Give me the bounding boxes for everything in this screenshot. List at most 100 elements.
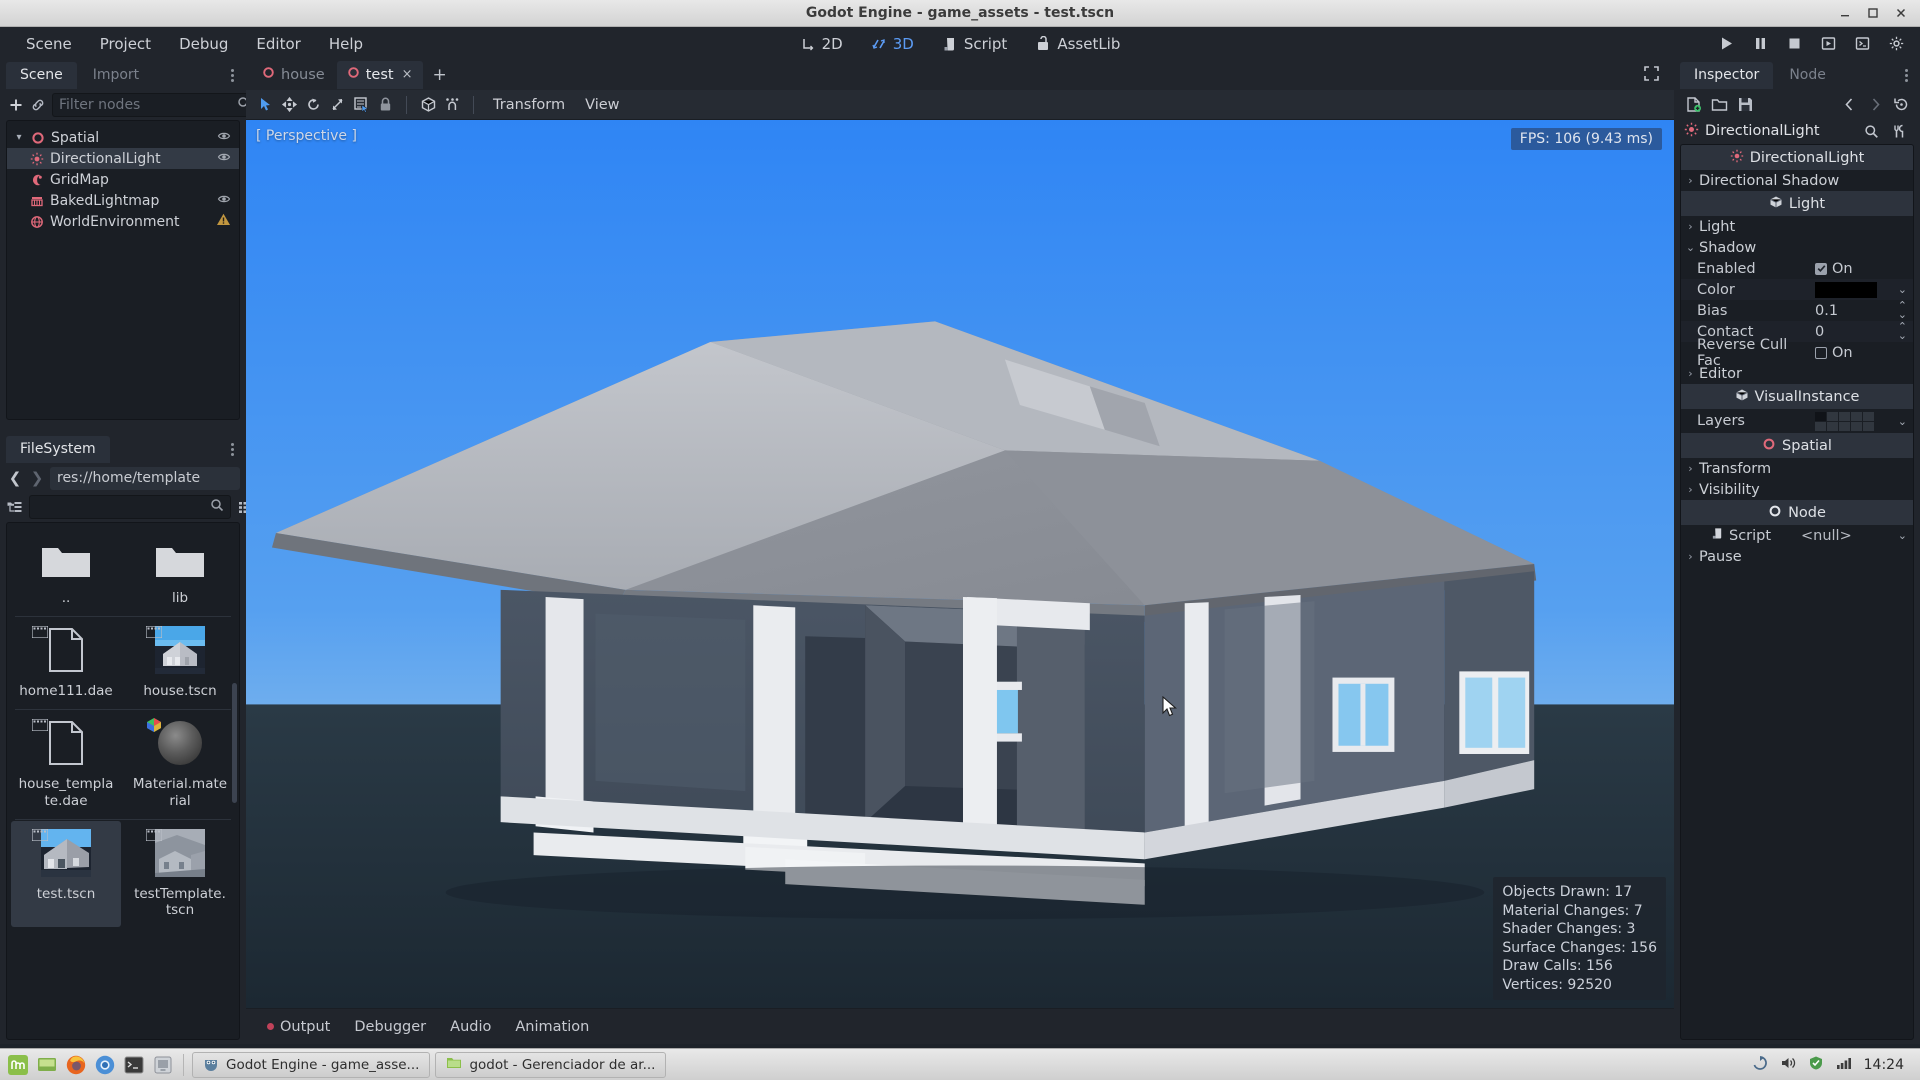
- inspector-section-visualinstance[interactable]: VisualInstance: [1681, 384, 1913, 409]
- firefox-icon[interactable]: [64, 1053, 88, 1077]
- visibility-icon[interactable]: [217, 192, 231, 210]
- inspector-prop-layers[interactable]: Layers ⌄: [1681, 409, 1913, 433]
- chevron-right-icon[interactable]: ›: [1685, 367, 1696, 380]
- inspector-prop-reverse-cull-face[interactable]: Reverse Cull Fac On: [1681, 337, 1913, 369]
- filesystem-item-testtemplate-tscn[interactable]: testTemplate.tscn: [125, 821, 235, 928]
- 3d-viewport[interactable]: [ Perspective ] FPS: 106 (9.43 ms) Objec…: [246, 120, 1674, 1008]
- move-tool-icon[interactable]: [278, 94, 300, 116]
- mode-assetlib-button[interactable]: AssetLib: [1025, 31, 1130, 57]
- inspector-category-shadow[interactable]: ⌄ Shadow: [1681, 237, 1913, 258]
- tab-inspector[interactable]: Inspector: [1680, 61, 1774, 89]
- inspector-prop-bias[interactable]: Bias 0.1 ⌃ ⌄: [1681, 300, 1913, 321]
- menu-scene[interactable]: Scene: [14, 31, 84, 57]
- scene-tab-house[interactable]: house: [252, 61, 335, 89]
- menu-help[interactable]: Help: [317, 31, 375, 57]
- rotate-tool-icon[interactable]: [302, 94, 324, 116]
- snap-icon[interactable]: [441, 94, 463, 116]
- taskbar-window-files[interactable]: godot - Gerenciador de ar...: [435, 1051, 667, 1078]
- scene-tree-row-directionallight[interactable]: DirectionalLight: [7, 148, 239, 169]
- bottom-tab-audio[interactable]: Audio: [439, 1014, 502, 1040]
- files-icon[interactable]: [151, 1053, 175, 1077]
- chevron-right-icon[interactable]: ›: [1685, 220, 1696, 233]
- inspector-dock-menu-icon[interactable]: [1905, 67, 1914, 84]
- chevron-right-icon[interactable]: ›: [1685, 550, 1696, 563]
- visibility-icon[interactable]: [217, 150, 231, 168]
- pause-button[interactable]: [1750, 34, 1770, 54]
- warning-icon[interactable]: [216, 212, 231, 231]
- spinner-icon[interactable]: ⌃ ⌄: [1898, 300, 1907, 320]
- terminal-icon[interactable]: [122, 1053, 146, 1077]
- filesystem-item-parent[interactable]: ..: [11, 525, 121, 615]
- filesystem-item-lib[interactable]: lib: [125, 525, 235, 615]
- show-desktop-icon[interactable]: [35, 1053, 59, 1077]
- filesystem-item-material[interactable]: Material.material: [125, 711, 235, 818]
- viewport-menu-view[interactable]: View: [576, 94, 628, 116]
- scene-tree-row-spatial[interactable]: ▾ Spatial: [7, 127, 239, 148]
- inspector-category-directional-shadow[interactable]: › Directional Shadow: [1681, 170, 1913, 191]
- spinner-icon[interactable]: ⌃ ⌄: [1898, 321, 1907, 341]
- inspector-category-transform[interactable]: › Transform: [1681, 458, 1913, 479]
- chevron-down-icon[interactable]: ⌄: [1685, 241, 1696, 254]
- filter-nodes-input[interactable]: [52, 93, 258, 117]
- close-button[interactable]: [1894, 6, 1908, 20]
- bottom-tab-animation[interactable]: Animation: [504, 1014, 600, 1040]
- filesystem-item-house-tscn[interactable]: house.tscn: [125, 618, 235, 708]
- visibility-icon[interactable]: [217, 129, 231, 147]
- bottom-tab-output[interactable]: Output: [256, 1014, 341, 1040]
- inspector-prop-value[interactable]: 0.1: [1815, 303, 1838, 319]
- menu-debug[interactable]: Debug: [167, 31, 240, 57]
- inspector-property-list[interactable]: DirectionalLight › Directional Shadow Li…: [1680, 144, 1914, 1040]
- play-scene-button[interactable]: [1818, 34, 1838, 54]
- inspector-section-directionallight[interactable]: DirectionalLight: [1681, 145, 1913, 170]
- history-forward-icon[interactable]: [1864, 93, 1886, 115]
- filter-nodes-field[interactable]: [59, 97, 233, 113]
- filesystem-search-input[interactable]: [29, 495, 231, 519]
- scene-tree-row-bakedlightmap[interactable]: BakedLightmap: [7, 190, 239, 211]
- inspector-prop-enabled[interactable]: Enabled On: [1681, 258, 1913, 279]
- tab-scene[interactable]: Scene: [6, 61, 77, 89]
- scene-tree[interactable]: ▾ Spatial DirectionalLight GridMap Baked…: [6, 120, 240, 420]
- volume-icon[interactable]: [1780, 1055, 1796, 1075]
- fullscreen-icon[interactable]: [1643, 65, 1668, 86]
- inspector-category-pause[interactable]: › Pause: [1681, 546, 1913, 567]
- chevron-down-icon[interactable]: ⌄: [1898, 529, 1907, 542]
- mint-menu-icon[interactable]: [6, 1053, 30, 1077]
- bottom-tab-debugger[interactable]: Debugger: [343, 1014, 437, 1040]
- inspector-section-spatial[interactable]: Spatial: [1681, 433, 1913, 458]
- network-icon[interactable]: [1836, 1055, 1852, 1075]
- mode-2d-button[interactable]: 2D: [790, 31, 853, 57]
- chevron-down-icon[interactable]: ⌄: [1898, 283, 1907, 296]
- taskbar-window-godot[interactable]: Godot Engine - game_asse...: [192, 1051, 431, 1078]
- shield-icon[interactable]: [1808, 1055, 1824, 1075]
- inspector-prop-value[interactable]: <null>: [1801, 528, 1852, 544]
- save-resource-icon[interactable]: [1734, 93, 1756, 115]
- play-custom-scene-button[interactable]: [1852, 34, 1872, 54]
- list-select-icon[interactable]: [350, 94, 372, 116]
- new-resource-icon[interactable]: [1682, 93, 1704, 115]
- maximize-button[interactable]: [1866, 6, 1880, 20]
- update-icon[interactable]: [1752, 1055, 1768, 1075]
- filesystem-path[interactable]: res://home/template: [50, 466, 240, 490]
- chevron-right-icon[interactable]: ›: [1685, 174, 1696, 187]
- scene-dock-menu-icon[interactable]: [231, 67, 240, 84]
- load-resource-icon[interactable]: [1708, 93, 1730, 115]
- inspector-prop-script[interactable]: Script <null> ⌄: [1681, 525, 1913, 546]
- instance-scene-icon[interactable]: [30, 94, 46, 116]
- inspector-section-node[interactable]: Node: [1681, 500, 1913, 525]
- scene-tree-row-gridmap[interactable]: GridMap: [7, 169, 239, 190]
- tab-import[interactable]: Import: [79, 62, 153, 89]
- chevron-right-icon[interactable]: ›: [1685, 462, 1696, 475]
- filesystem-search-field[interactable]: [36, 499, 210, 515]
- chromium-icon[interactable]: [93, 1053, 117, 1077]
- inspector-category-visibility[interactable]: › Visibility: [1681, 479, 1913, 500]
- lock-icon[interactable]: [374, 94, 396, 116]
- select-tool-icon[interactable]: [254, 94, 276, 116]
- scale-tool-icon[interactable]: [326, 94, 348, 116]
- scene-tab-test[interactable]: test ×: [336, 61, 423, 89]
- tab-node[interactable]: Node: [1775, 62, 1840, 89]
- chevron-down-icon[interactable]: ▾: [13, 132, 25, 143]
- chevron-right-icon[interactable]: ›: [1685, 483, 1696, 496]
- mode-local-icon[interactable]: [417, 94, 439, 116]
- layers-grid[interactable]: [1815, 411, 1874, 431]
- filesystem-item-house-template-dae[interactable]: house_template.dae: [11, 711, 121, 818]
